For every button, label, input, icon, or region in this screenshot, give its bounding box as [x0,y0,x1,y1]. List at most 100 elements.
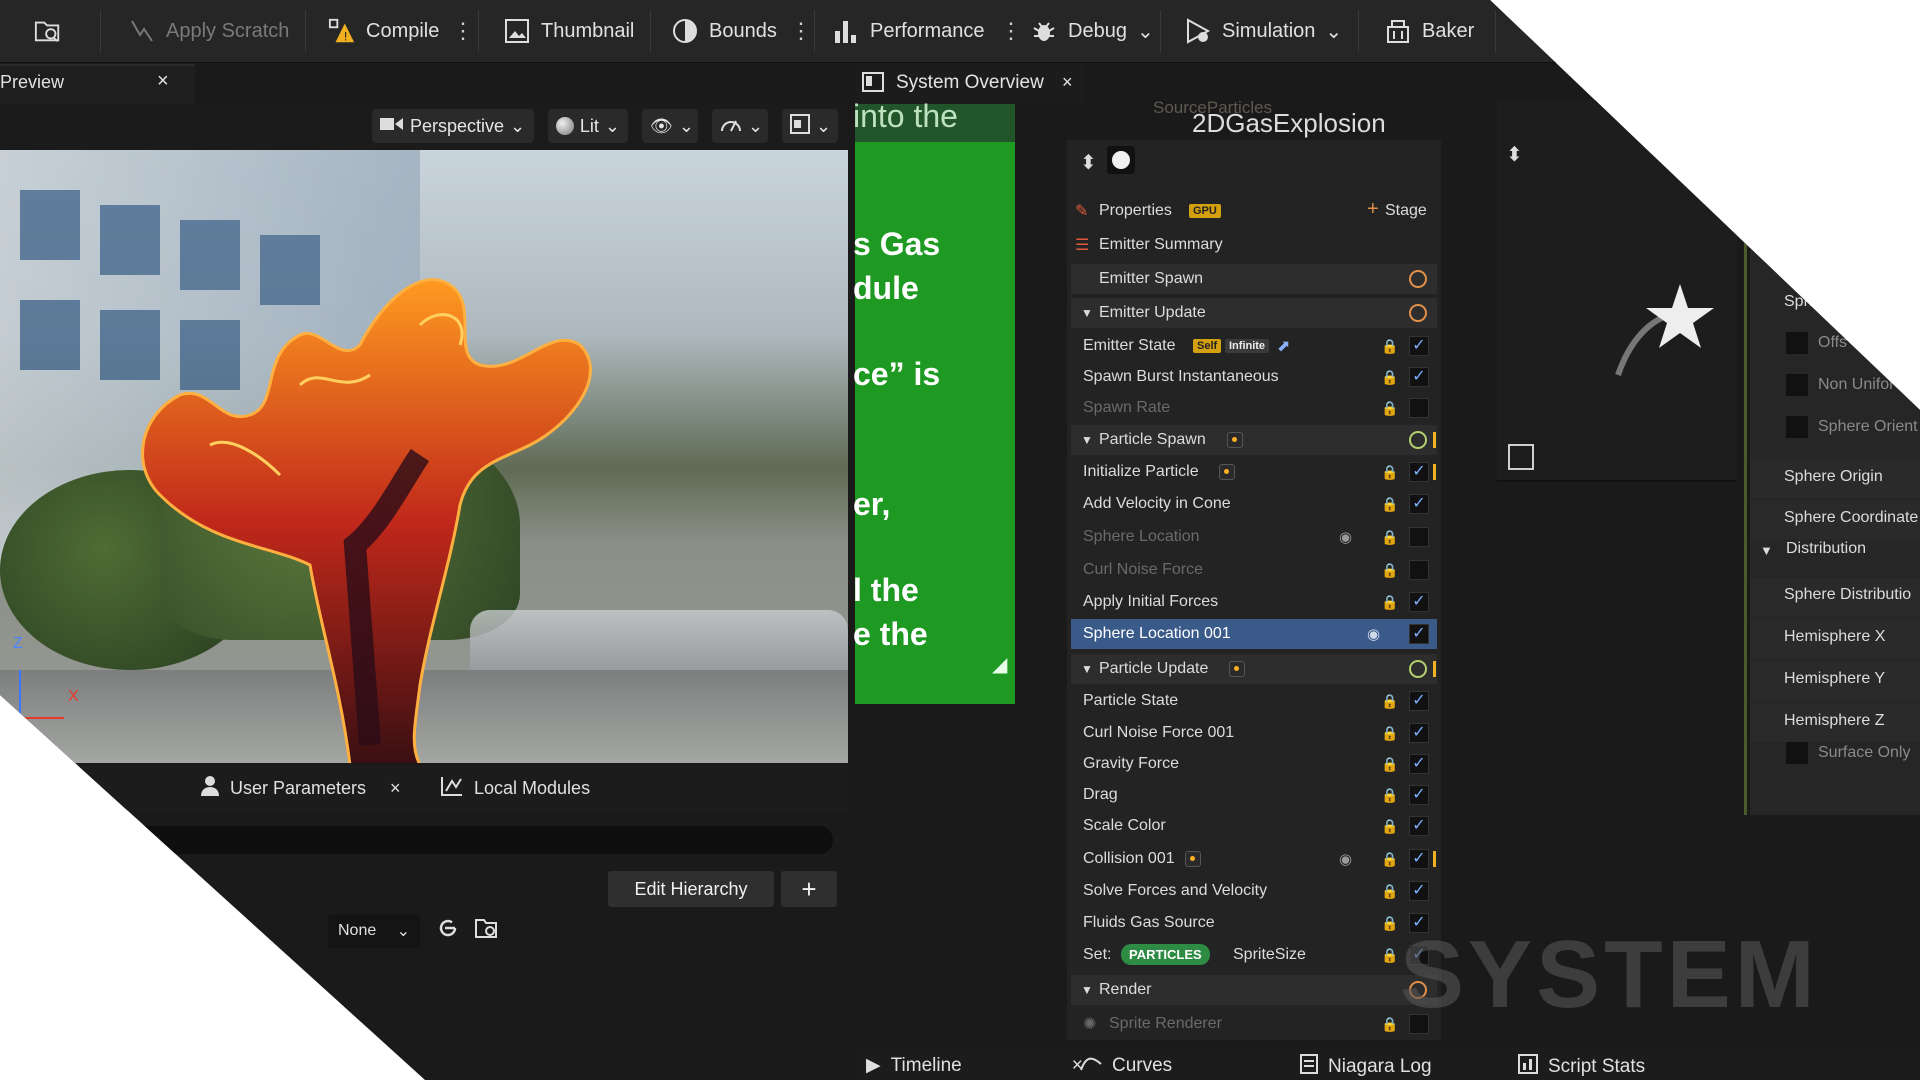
thumbnail-button[interactable]: Thumbnail [503,0,634,62]
detail-checkbox[interactable] [1786,742,1808,764]
module-enabled-checkbox[interactable]: ✓ [1409,849,1429,869]
stage-add-icon[interactable]: + [1367,198,1379,221]
module-row-initialize-particle[interactable]: Initialize Particle 🔒 ✓ [1071,457,1437,487]
lock-icon[interactable]: 🔒 [1381,369,1398,386]
collapse-arrow-icon[interactable]: ▼ [1081,983,1093,997]
emitter-enable-toggle[interactable] [1107,146,1135,174]
particle-spawn-section[interactable]: ▼ Particle Spawn [1071,425,1437,455]
detail-checkbox[interactable] [1786,374,1808,396]
edit-hierarchy-button[interactable]: Edit Hierarchy [608,871,774,907]
lit-dropdown[interactable]: Lit ⌄ [548,109,628,143]
lock-icon[interactable]: 🔒 [1381,594,1398,611]
module-row-spawn-rate[interactable]: Spawn Rate 🔒 [1071,393,1437,423]
simulation-dropdown[interactable]: Simulation ⌄ [1184,0,1342,62]
module-enabled-checkbox[interactable]: ✓ [1409,723,1429,743]
module-enabled-checkbox[interactable] [1409,560,1429,580]
module-enabled-checkbox[interactable]: ✓ [1409,624,1429,644]
module-enabled-checkbox[interactable]: ✓ [1409,462,1429,482]
resize-handle-icon[interactable]: ◢ [992,652,1007,677]
visibility-eye-icon[interactable]: ◉ [1339,528,1352,546]
emitter-pin-icon[interactable]: ⬍ [1080,150,1097,175]
module-enabled-checkbox[interactable]: ✓ [1409,494,1429,514]
module-row-solve-forces[interactable]: Solve Forces and Velocity 🔒 ✓ [1071,876,1437,906]
performance-button[interactable]: Performance [832,0,985,62]
module-enabled-checkbox[interactable]: ✓ [1409,785,1429,805]
module-row-particle-state[interactable]: Particle State 🔒 ✓ [1071,686,1437,716]
preview-viewport[interactable]: Z X [0,150,848,763]
module-row-set-sprite-size[interactable]: Set: PARTICLES SpriteSize 🔒 ✓ [1071,940,1437,970]
module-row-curl-noise[interactable]: Curl Noise Force 🔒 [1071,555,1437,585]
lock-icon[interactable]: 🔒 [1381,851,1398,868]
detail-checkbox[interactable] [1786,332,1808,354]
lock-icon[interactable]: 🔒 [1381,464,1398,481]
module-row-apply-initial-forces[interactable]: Apply Initial Forces 🔒 ✓ [1071,587,1437,617]
module-enabled-checkbox[interactable] [1409,527,1429,547]
lock-icon[interactable]: 🔒 [1381,1016,1398,1033]
debug-dropdown[interactable]: Debug ⌄ [1030,0,1154,62]
apply-scratch-button[interactable]: Apply Scratch [128,0,289,62]
preview-close-button[interactable]: × [157,70,169,93]
emitter-spawn-section[interactable]: Emitter Spawn [1071,264,1437,294]
stage-button[interactable]: Stage [1385,202,1427,220]
panel-splitter[interactable] [1744,240,1747,815]
lock-icon[interactable]: 🔒 [1381,529,1398,546]
parameter-search-input[interactable] [0,826,833,854]
visibility-eye-icon[interactable]: ◉ [1339,850,1352,868]
system-overview-close-button[interactable]: × [1062,72,1073,93]
module-row-sphere-location[interactable]: Sphere Location ◉ 🔒 [1071,522,1437,552]
lock-icon[interactable]: 🔒 [1381,818,1398,835]
module-row-spawn-burst[interactable]: Spawn Burst Instantaneous 🔒 ✓ [1071,362,1437,392]
module-row-curl-noise-001[interactable]: Curl Noise Force 001 🔒 ✓ [1071,718,1437,748]
tab-script-stats[interactable]: Script Stats [1518,1054,1645,1080]
particle-update-section[interactable]: ▼ Particle Update [1071,654,1437,684]
lock-icon[interactable]: 🔒 [1381,562,1398,579]
emitter-summary-row[interactable]: ☰ Emitter Summary [1071,230,1437,260]
module-row-add-velocity[interactable]: Add Velocity in Cone 🔒 ✓ [1071,489,1437,519]
browse-folder-icon[interactable] [474,916,500,946]
properties-row[interactable]: ✎ Properties GPU + Stage [1071,196,1437,226]
baker-button[interactable]: Baker [1384,0,1474,62]
performance-options-button[interactable]: ⋮ [1000,0,1022,62]
module-enabled-checkbox[interactable]: ✓ [1409,592,1429,612]
user-parameters-close-button[interactable]: × [390,778,401,799]
lock-icon[interactable]: 🔒 [1381,787,1398,804]
tab-local-modules[interactable]: Local Modules [440,770,590,806]
module-enabled-checkbox[interactable]: ✓ [1409,367,1429,387]
tab-user-parameters[interactable]: User Parameters × [200,770,401,806]
lock-icon[interactable]: 🔒 [1381,915,1398,932]
compile-button[interactable]: ! Compile [328,0,439,62]
lock-icon[interactable]: 🔒 [1381,947,1398,964]
visibility-eye-icon[interactable]: ◉ [1367,625,1380,643]
detail-checkbox[interactable] [1786,416,1808,438]
collapse-arrow-icon[interactable]: ▼ [1081,662,1093,676]
module-row-fluids-gas-source[interactable]: Fluids Gas Source 🔒 ✓ [1071,908,1437,938]
module-enabled-checkbox[interactable]: ✓ [1409,816,1429,836]
show-dropdown[interactable]: 👁 ⌄ [642,109,698,143]
module-row-sphere-location-001[interactable]: Sphere Location 001 ◉ ✓ [1071,619,1437,649]
render-section[interactable]: ▼ Render [1071,975,1437,1005]
lock-icon[interactable]: 🔒 [1381,496,1398,513]
collapse-arrow-icon[interactable]: ▼ [1760,543,1773,558]
lock-icon[interactable]: 🔒 [1381,400,1398,417]
realtime-options-dropdown[interactable]: ⌄ [712,109,768,143]
thumbnail-image-icon[interactable] [1508,444,1534,470]
compile-options-button[interactable]: ⋮ [452,0,474,62]
module-enabled-checkbox[interactable]: ✓ [1409,881,1429,901]
lock-icon[interactable]: 🔒 [1381,725,1398,742]
collapse-arrow-icon[interactable]: ▼ [1081,433,1093,447]
module-enabled-checkbox[interactable] [1409,398,1429,418]
reset-arrow-icon[interactable] [436,916,460,947]
emitter-update-section[interactable]: ▼ Emitter Update [1071,298,1437,328]
module-enabled-checkbox[interactable]: ✓ [1409,754,1429,774]
lock-icon[interactable]: 🔒 [1381,883,1398,900]
module-enabled-checkbox[interactable]: ✓ [1409,336,1429,356]
module-row-scale-color[interactable]: Scale Color 🔒 ✓ [1071,811,1437,841]
browse-toolbar-button[interactable] [34,0,62,62]
add-parameter-button[interactable]: + [781,871,837,907]
lock-icon[interactable]: 🔒 [1381,338,1398,355]
tab-niagara-log[interactable]: Niagara Log [1300,1054,1432,1080]
tab-curves[interactable]: Curves [1080,1054,1172,1078]
tab-timeline[interactable]: ▶ Timeline × [866,1054,1083,1077]
emitter-pin-icon[interactable]: ⬍ [1506,142,1523,167]
perspective-dropdown[interactable]: Perspective ⌄ [372,109,534,143]
